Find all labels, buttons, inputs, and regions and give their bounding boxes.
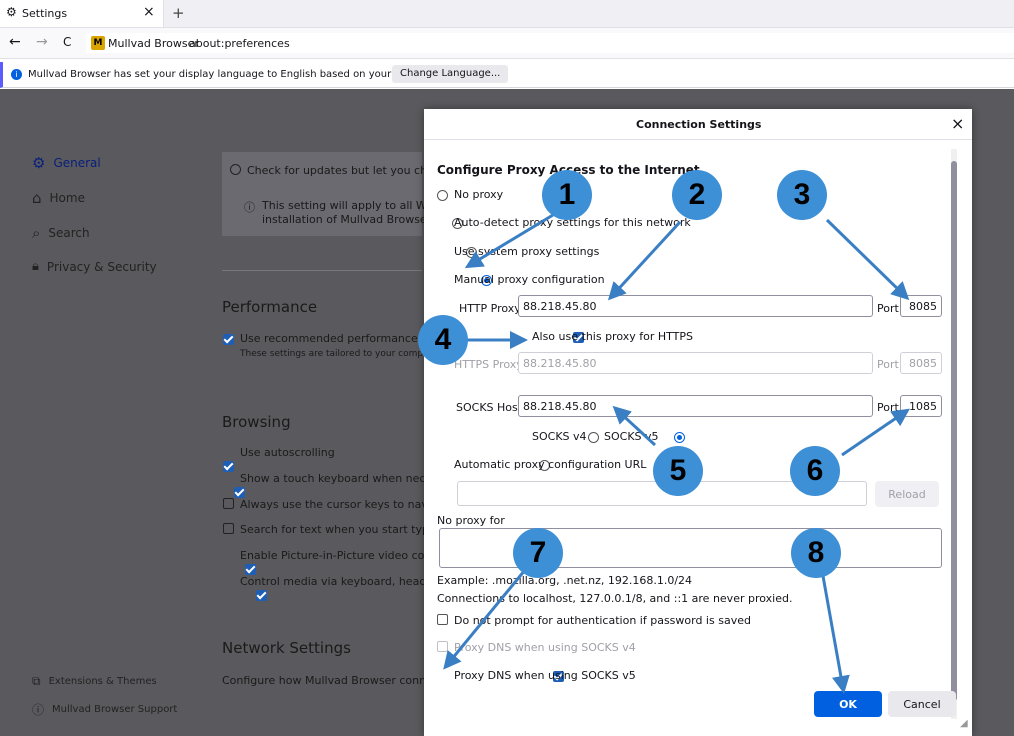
marker-5: 5 (653, 446, 703, 496)
arrow-1 (464, 213, 554, 269)
annotation-arrows (443, 213, 910, 694)
marker-2: 2 (672, 170, 722, 220)
marker-6: 6 (790, 446, 840, 496)
arrow-3 (825, 218, 910, 301)
marker-8: 8 (791, 528, 841, 578)
arrow-7 (443, 569, 527, 670)
marker-4: 4 (418, 315, 468, 365)
marker-1: 1 (542, 170, 592, 220)
arrow-6 (841, 408, 910, 457)
marker-7: 7 (513, 528, 563, 578)
arrow-2 (607, 220, 682, 301)
arrow-5 (612, 405, 657, 447)
marker-3: 3 (777, 170, 827, 220)
arrow-8 (821, 575, 850, 694)
